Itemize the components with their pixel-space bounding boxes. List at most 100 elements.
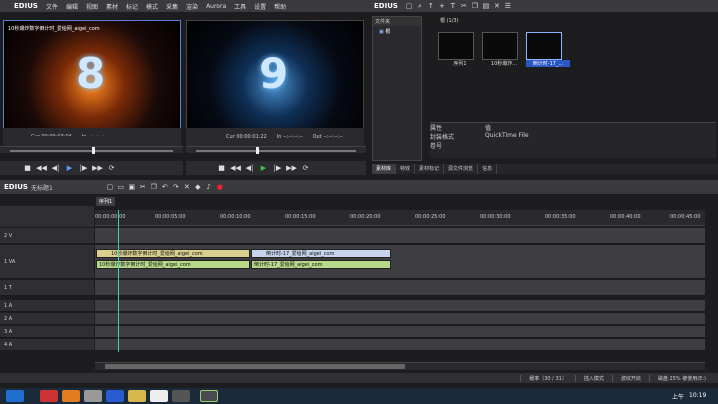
bin-caption-0: 序列1 [453,61,467,67]
track-head-4a[interactable]: 4 A [0,339,94,351]
clip-audio-2[interactable]: 倒计时-17_爱给网_aigei_com [251,260,391,269]
copy-tl-icon[interactable]: ❐ [150,183,158,191]
status-ripple[interactable]: 波纹开启 [611,374,649,382]
player-out [3,136,181,142]
tab-clip-markers[interactable]: 素材标记 [415,164,445,174]
sequence-tab[interactable]: 序列1 [96,197,116,206]
bin-item-0[interactable]: 序列1 [438,32,482,67]
task-app-7-icon[interactable] [172,390,190,402]
clip-video-1[interactable]: 10秒爆炸数字倒计时_爱给网_aigei_com [96,249,250,258]
delete-tl-icon[interactable]: ✕ [183,183,191,191]
step-back-button[interactable]: ◀| [50,163,61,173]
up-folder-icon[interactable]: ↑ [427,2,435,10]
track-head-1a[interactable]: 1 A [0,300,94,312]
track-head-2v[interactable]: 2 V [0,228,94,244]
menu-aurora[interactable]: Aurora [202,3,230,10]
add-clip-icon[interactable]: + [438,2,446,10]
cut-tl-icon[interactable]: ✂ [139,183,147,191]
open-icon[interactable]: ▭ [117,183,125,191]
rec-rewind-button[interactable]: ◀◀ [230,163,241,173]
menu-mode[interactable]: 模式 [142,2,162,11]
paste-icon[interactable]: ▤ [482,2,490,10]
timeline-scroll-thumb[interactable] [105,364,405,369]
search-icon[interactable]: ⌕ [416,2,424,10]
menu-view[interactable]: 视图 [82,2,102,11]
fast-forward-button[interactable]: ▶▶ [92,163,103,173]
rec-loop-button[interactable]: ⟳ [300,163,311,173]
cut-icon[interactable]: ✂ [460,2,468,10]
player-monitor[interactable]: 10秒爆炸数字倒计时_爱给网_aigei_com 8 [3,20,181,138]
menu-edit[interactable]: 编辑 [62,2,82,11]
track-lane-3a[interactable] [95,326,705,338]
track-head-1va[interactable]: 1 VA [0,245,94,279]
task-edius-icon[interactable] [200,390,218,402]
menu-capture[interactable]: 采集 [162,2,182,11]
rec-fast-forward-button[interactable]: ▶▶ [286,163,297,173]
task-app-6-icon[interactable] [150,390,168,402]
menu-help[interactable]: 帮助 [270,2,290,11]
folder-root[interactable]: ▣ 根 [373,26,421,37]
track-lane-1a[interactable] [95,300,705,312]
loop-button[interactable]: ⟳ [106,163,117,173]
view-icon[interactable]: ☰ [504,2,512,10]
new-icon[interactable]: ▢ [106,183,114,191]
save-icon[interactable]: ▣ [128,183,136,191]
tab-source-browser[interactable]: 源文件浏览 [444,164,479,174]
menu-render[interactable]: 渲染 [182,2,202,11]
task-app-2-icon[interactable] [62,390,80,402]
folder-icon[interactable]: ▢ [405,2,413,10]
title-icon[interactable]: T [449,2,457,10]
player-scrub-handle[interactable] [92,147,95,154]
task-app-3-icon[interactable] [84,390,102,402]
rec-step-back-button[interactable]: ◀| [244,163,255,173]
copy-icon[interactable]: ❐ [471,2,479,10]
task-app-1-icon[interactable] [40,390,58,402]
redo-icon[interactable]: ↷ [172,183,180,191]
track-lane-4a[interactable] [95,339,705,351]
recorder-scrubber[interactable] [186,146,366,154]
start-icon[interactable] [6,390,24,402]
tab-effects[interactable]: 特效 [396,164,416,174]
play-button[interactable]: ▶ [64,163,75,173]
recorder-scrub-handle[interactable] [256,147,259,154]
task-app-4-icon[interactable] [106,390,124,402]
task-app-5-icon[interactable] [128,390,146,402]
bin-item-1[interactable]: 10秒爆炸... [482,32,526,67]
status-mode[interactable]: 插入模式 [574,374,612,382]
record-icon[interactable]: ● [216,183,224,191]
rec-play-button[interactable]: ▶ [258,163,269,173]
menu-tools[interactable]: 工具 [230,2,250,11]
marker-icon[interactable]: ◆ [194,183,202,191]
stop-button[interactable]: ■ [22,163,33,173]
menu-settings[interactable]: 设置 [250,2,270,11]
undo-icon[interactable]: ↶ [161,183,169,191]
clip-video-2[interactable]: 倒计时-17_爱给网_aigei_com [251,249,391,258]
playhead[interactable] [118,210,119,352]
track-head-2a[interactable]: 2 A [0,313,94,325]
track-head-3a[interactable]: 3 A [0,326,94,338]
track-lane-1t[interactable] [95,280,705,296]
rec-stop-button[interactable]: ■ [216,163,227,173]
recorder-monitor[interactable]: 9 [186,20,364,138]
track-lane-2v[interactable] [95,228,705,244]
track-lane-2a[interactable] [95,313,705,325]
menu-clip[interactable]: 素材 [102,2,122,11]
menu-file[interactable]: 文件 [42,2,62,11]
track-head-1t[interactable]: 1 T [0,280,94,296]
timeline-scrollbar[interactable] [95,362,705,370]
audio-mixer-icon[interactable]: ♪ [205,183,213,191]
menu-marker[interactable]: 标记 [122,2,142,11]
timeline-ruler[interactable]: 00:00:00:00 00:00:05:00 00:00:10:00 00:0… [95,210,705,226]
tab-bin[interactable]: 素材库 [372,164,397,174]
rec-step-forward-button[interactable]: |▶ [272,163,283,173]
folder-root-icon: ▣ [379,29,384,35]
player-scrubber[interactable] [0,146,183,154]
clip-audio-1[interactable]: 10秒爆炸数字倒计时_爱给网_aigei_com [96,260,250,269]
tray-clock[interactable]: 10:19 [689,392,706,399]
delete-icon[interactable]: ✕ [493,2,501,10]
tab-info[interactable]: 信息 [478,164,498,174]
tc-1: 00:00:05:00 [155,214,186,220]
step-forward-button[interactable]: |▶ [78,163,89,173]
bin-item-2[interactable]: 倒计时-17_... [526,32,570,67]
rewind-button[interactable]: ◀◀ [36,163,47,173]
